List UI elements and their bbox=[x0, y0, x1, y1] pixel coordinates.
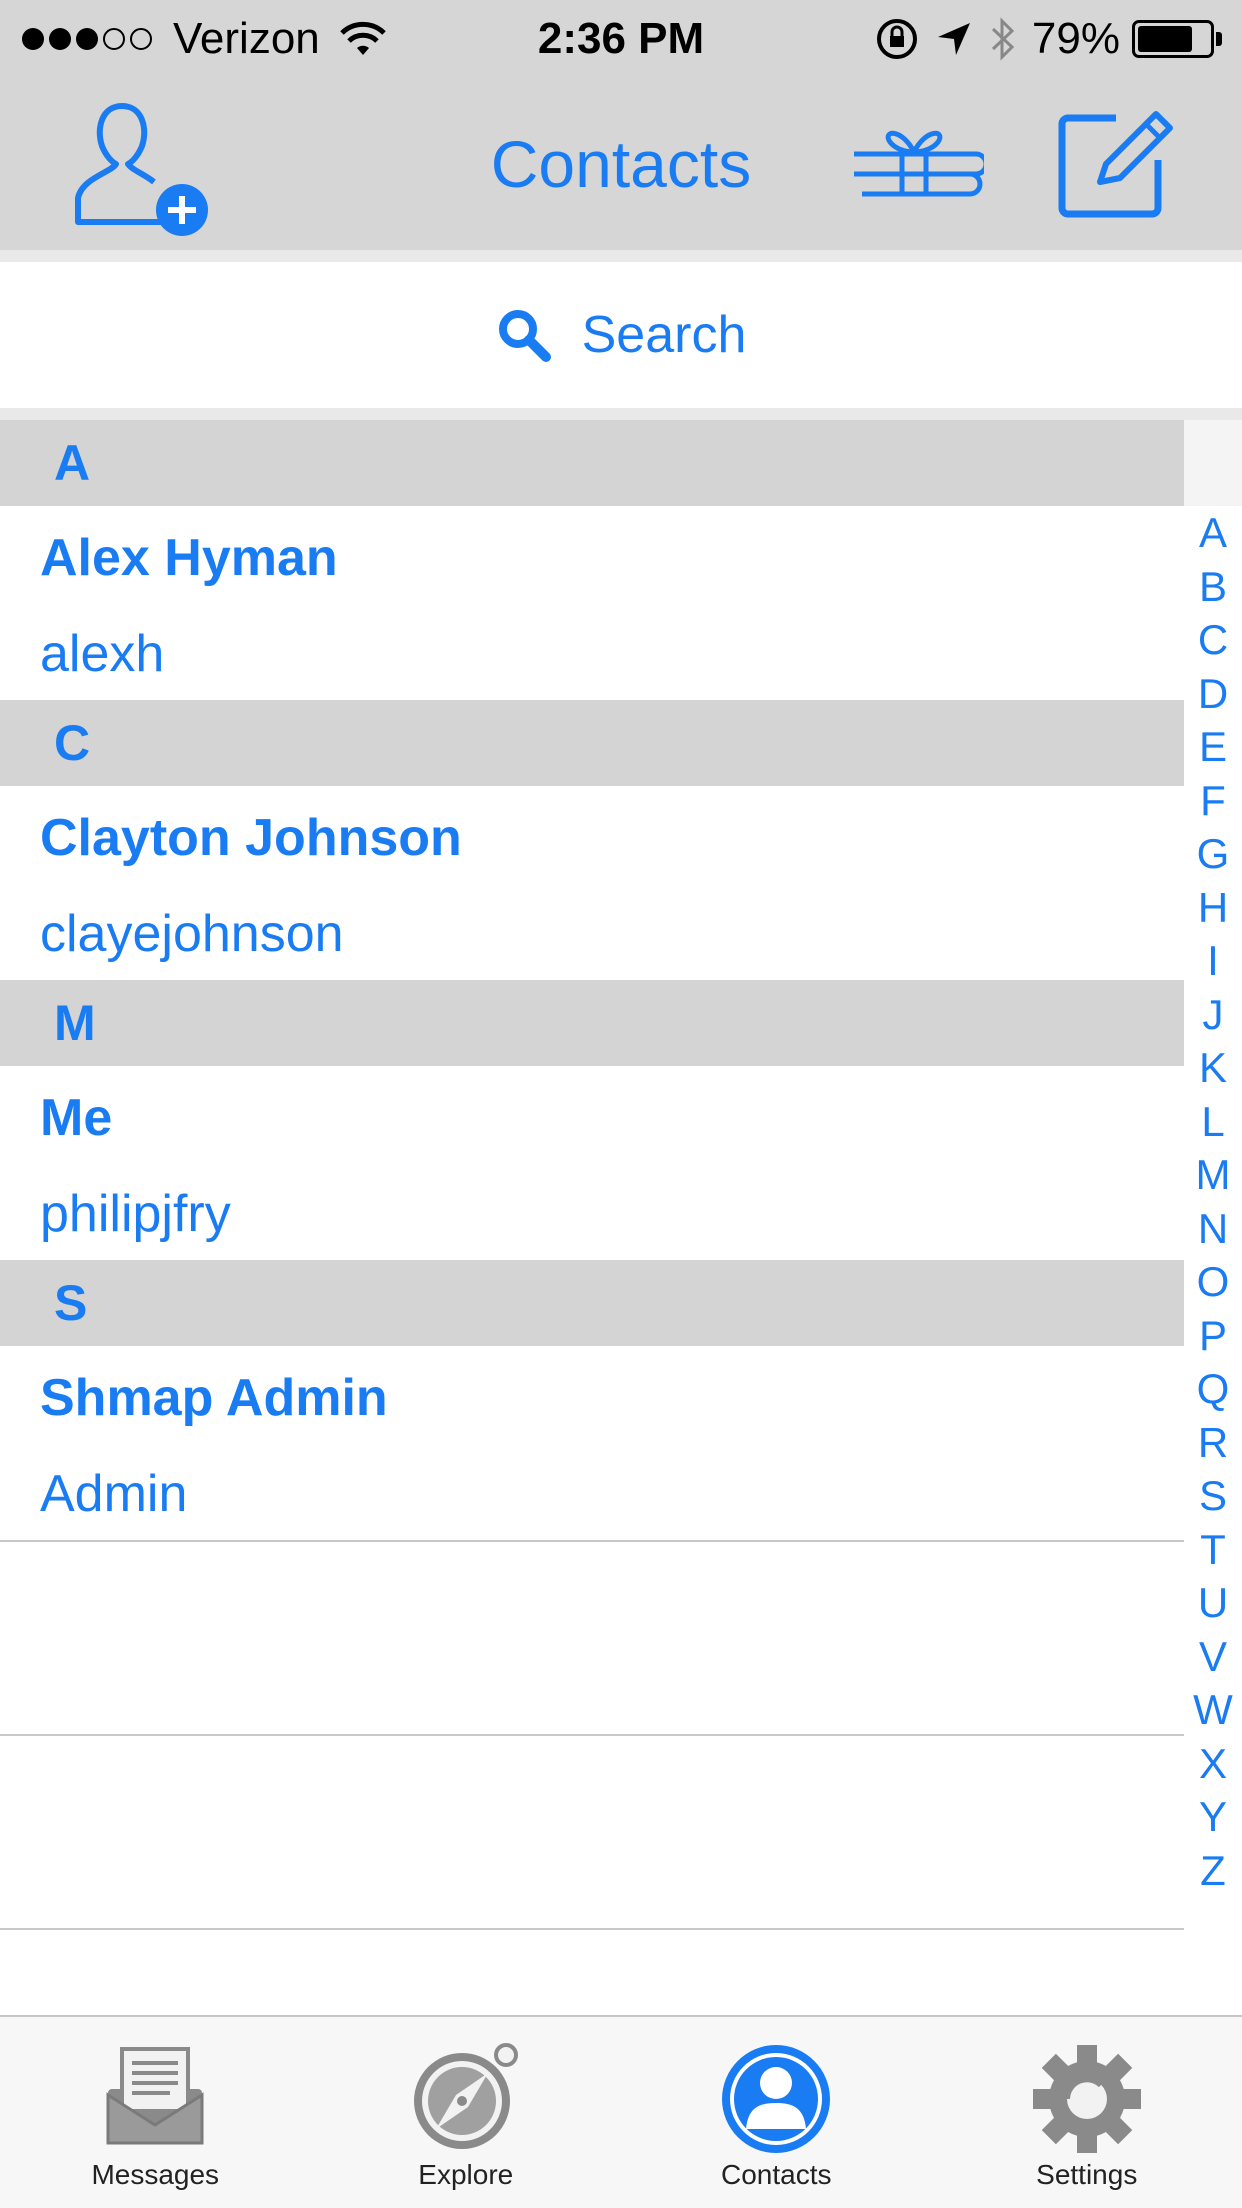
index-spacer bbox=[1184, 420, 1242, 506]
search-placeholder: Search bbox=[581, 306, 747, 364]
contact-handle: Admin bbox=[40, 1465, 188, 1523]
status-right: 79% bbox=[874, 14, 1222, 64]
battery-percent: 79% bbox=[1031, 14, 1120, 63]
section-header-c: C bbox=[0, 700, 1184, 786]
index-letter-v[interactable]: V bbox=[1184, 1630, 1242, 1684]
tab-explore[interactable]: Explore bbox=[311, 2017, 622, 2208]
contact-name: Shmap Admin bbox=[40, 1369, 388, 1427]
index-letter-t[interactable]: T bbox=[1184, 1523, 1242, 1577]
index-letter-e[interactable]: E bbox=[1184, 720, 1242, 774]
index-letter-q[interactable]: Q bbox=[1184, 1362, 1242, 1416]
index-letter-o[interactable]: O bbox=[1184, 1255, 1242, 1309]
search-icon bbox=[498, 310, 551, 362]
gear-icon bbox=[1032, 2045, 1141, 2153]
tab-label: Explore bbox=[418, 2159, 514, 2190]
index-letter-y[interactable]: Y bbox=[1184, 1790, 1242, 1844]
rotation-lock-icon bbox=[876, 19, 917, 59]
compose-icon[interactable] bbox=[1056, 104, 1176, 224]
index-letter-n[interactable]: N bbox=[1184, 1202, 1242, 1256]
contact-row[interactable]: Me philipjfry bbox=[0, 1066, 1184, 1260]
index-letters[interactable]: ABCDEFGHIJKLMNOPQRSTUVWXYZ bbox=[1184, 506, 1242, 1897]
contact-row[interactable]: Shmap Admin Admin bbox=[0, 1346, 1184, 1540]
index-letter-s[interactable]: S bbox=[1184, 1469, 1242, 1523]
tab-label: Contacts bbox=[721, 2159, 832, 2190]
divider bbox=[0, 408, 1242, 420]
battery-fill bbox=[1138, 26, 1193, 52]
empty-row bbox=[0, 1734, 1184, 1928]
contact-handle: alexh bbox=[40, 625, 165, 683]
tab-label: Messages bbox=[91, 2159, 220, 2190]
person-icon bbox=[722, 2045, 831, 2153]
battery-tip bbox=[1216, 32, 1222, 46]
index-letter-m[interactable]: M bbox=[1184, 1148, 1242, 1202]
bluetooth-icon bbox=[991, 17, 1015, 61]
index-letter-k[interactable]: K bbox=[1184, 1041, 1242, 1095]
contact-handle: clayejohnson bbox=[40, 905, 344, 963]
divider bbox=[0, 250, 1242, 262]
envelope-icon bbox=[106, 2047, 204, 2145]
section-header-s: S bbox=[0, 1260, 1184, 1346]
index-letter-g[interactable]: G bbox=[1184, 827, 1242, 881]
contact-row[interactable]: Alex Hyman alexh bbox=[0, 506, 1184, 700]
contact-row[interactable]: Clayton Johnson clayejohnson bbox=[0, 786, 1184, 980]
battery-icon bbox=[1132, 20, 1214, 58]
section-header-a: A bbox=[0, 420, 1184, 506]
index-letter-h[interactable]: H bbox=[1184, 881, 1242, 935]
index-letter-r[interactable]: R bbox=[1184, 1416, 1242, 1470]
index-letter-j[interactable]: J bbox=[1184, 988, 1242, 1042]
contact-list[interactable]: A Alex Hyman alexh C Clayton Johnson cla… bbox=[0, 420, 1184, 2018]
search-bar[interactable]: Search bbox=[0, 262, 1242, 408]
gift-icon[interactable] bbox=[852, 122, 984, 212]
tab-label: Settings bbox=[1036, 2159, 1138, 2190]
tab-bar: Messages Explore Contacts Settings bbox=[0, 2015, 1242, 2208]
navigation-bar: Contacts bbox=[0, 84, 1242, 250]
section-header-m: M bbox=[0, 980, 1184, 1066]
tab-messages[interactable]: Messages bbox=[0, 2017, 311, 2208]
contact-name: Me bbox=[40, 1089, 113, 1147]
index-letter-c[interactable]: C bbox=[1184, 613, 1242, 667]
contact-name: Alex Hyman bbox=[40, 529, 338, 587]
index-letter-w[interactable]: W bbox=[1184, 1683, 1242, 1737]
contact-name: Clayton Johnson bbox=[40, 809, 462, 867]
index-letter-a[interactable]: A bbox=[1184, 506, 1242, 560]
index-letter-p[interactable]: P bbox=[1184, 1309, 1242, 1363]
index-letter-u[interactable]: U bbox=[1184, 1576, 1242, 1630]
contact-handle: philipjfry bbox=[40, 1185, 231, 1243]
index-letter-i[interactable]: I bbox=[1184, 934, 1242, 988]
index-letter-d[interactable]: D bbox=[1184, 667, 1242, 721]
index-letter-b[interactable]: B bbox=[1184, 560, 1242, 614]
index-letter-z[interactable]: Z bbox=[1184, 1844, 1242, 1898]
compass-icon bbox=[413, 2043, 518, 2149]
index-letter-x[interactable]: X bbox=[1184, 1737, 1242, 1791]
index-letter-f[interactable]: F bbox=[1184, 774, 1242, 828]
empty-row bbox=[0, 1540, 1184, 1734]
status-bar: Verizon 2:36 PM 79% bbox=[0, 0, 1242, 84]
tab-settings[interactable]: Settings bbox=[932, 2017, 1242, 2208]
tab-contacts[interactable]: Contacts bbox=[621, 2017, 932, 2208]
location-arrow-icon bbox=[937, 23, 970, 55]
section-index[interactable]: ABCDEFGHIJKLMNOPQRSTUVWXYZ bbox=[1184, 420, 1242, 1897]
index-letter-l[interactable]: L bbox=[1184, 1095, 1242, 1149]
empty-row bbox=[0, 1928, 1184, 2018]
